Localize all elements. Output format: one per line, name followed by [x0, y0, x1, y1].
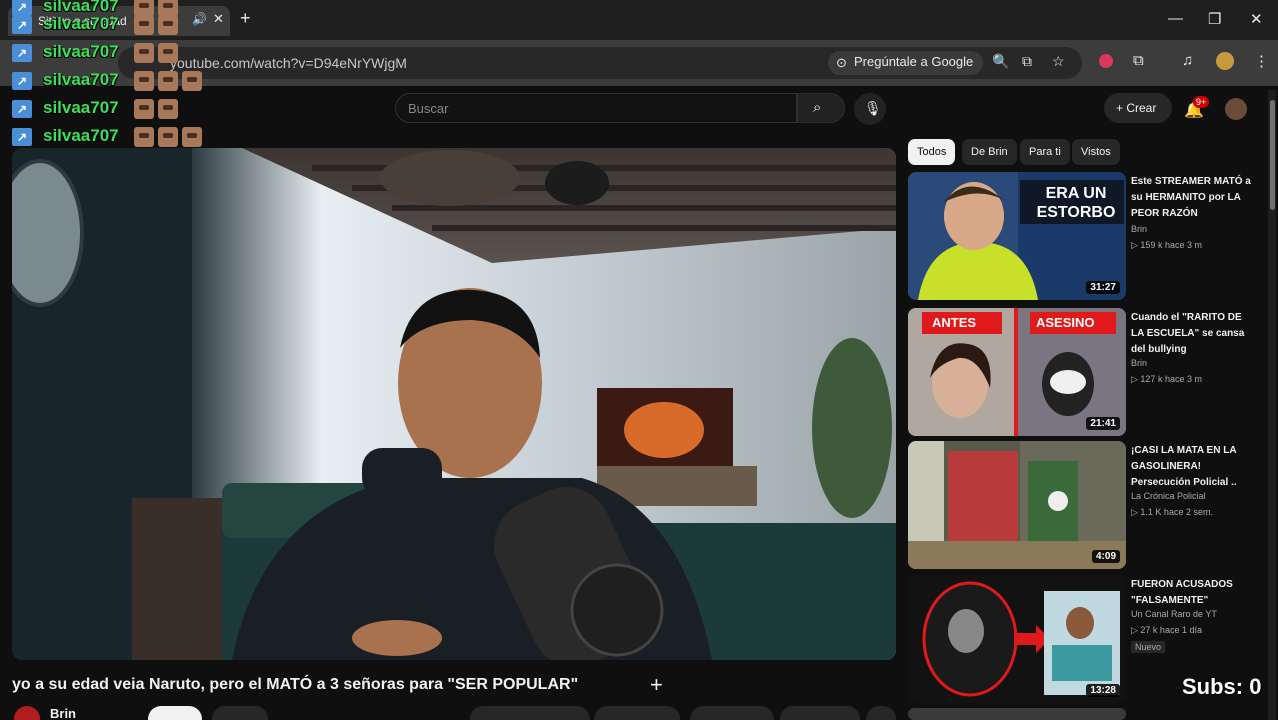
menu-kebab-icon[interactable]: ⋮: [1254, 52, 1269, 70]
voice-search-button[interactable]: 🎙: [854, 93, 886, 125]
chat-badge-icon: ↗: [12, 100, 32, 118]
video-player[interactable]: [12, 148, 896, 660]
scrollbar-thumb[interactable]: [1270, 100, 1275, 210]
microphone-icon: 🎙: [864, 100, 882, 116]
like-dislike-button[interactable]: [470, 706, 590, 720]
chat-username: silvaa707: [43, 42, 119, 61]
omnibox[interactable]: youtube.com/watch?v=D94eNrYWjgM ⊙ Pregún…: [118, 47, 1082, 79]
create-button[interactable]: + Crear: [1104, 93, 1172, 123]
maximize-icon[interactable]: ❐: [1208, 10, 1221, 28]
media-control-icon[interactable]: ♫: [1182, 52, 1193, 69]
ask-google-label: Pregúntale a Google: [854, 54, 974, 69]
recommendation-item[interactable]: ERA UN ESTORBO 31:27 Este STREAMER MATÓ …: [908, 172, 1268, 300]
rec-title[interactable]: ¡CASI LA MATA EN LA GASOLINERA! Persecuc…: [1131, 443, 1251, 491]
video-thumbnail[interactable]: [908, 708, 1126, 720]
clip-button[interactable]: [780, 706, 860, 720]
chat-badge-icon: ↗: [12, 0, 32, 16]
create-label: Crear: [1126, 101, 1157, 115]
more-actions-button[interactable]: [866, 706, 896, 720]
close-window-icon[interactable]: ✕: [1250, 10, 1263, 28]
rec-meta: ▷ 27 k hace 1 día: [1131, 625, 1202, 635]
video-title: yo a su edad veia Naruto, pero el MATÓ a…: [12, 676, 579, 693]
minimize-icon[interactable]: —: [1168, 10, 1183, 27]
video-thumbnail[interactable]: 4:09: [908, 441, 1126, 569]
channel-avatar[interactable]: [14, 706, 40, 720]
emote-icon: [134, 127, 154, 147]
rec-meta: ▷ 159 k hace 3 m: [1131, 240, 1202, 250]
chat-username: silvaa707: [43, 14, 119, 33]
video-thumbnail[interactable]: ERA UN ESTORBO 31:27: [908, 172, 1126, 300]
emote-icon: [158, 127, 178, 147]
search-input[interactable]: Buscar: [395, 93, 797, 123]
chat-username: silvaa707: [43, 70, 119, 89]
emote-icon: [182, 71, 202, 91]
download-button[interactable]: [690, 706, 774, 720]
chat-overlay: ↗ silvaa707 ↗ silvaa707 ↗ silvaa707 ↗ si…: [12, 0, 222, 152]
extensions-puzzle-icon[interactable]: ⧉: [1133, 52, 1144, 69]
notification-badge: 9+: [1193, 96, 1210, 108]
chat-username: silvaa707: [43, 98, 119, 117]
duration-badge: 13:28: [1086, 684, 1120, 697]
emote-icon: [134, 43, 154, 63]
video-thumbnail[interactable]: ANTES ASESINO 21:41: [908, 308, 1126, 436]
chip-todos[interactable]: Todos: [908, 139, 956, 165]
video-thumbnail[interactable]: 13:28: [908, 575, 1126, 703]
notifications-bell-button[interactable]: [212, 706, 268, 720]
rec-title[interactable]: Este STREAMER MATÓ a su HERMANITO por LA…: [1131, 174, 1251, 222]
search-button[interactable]: ⌕: [797, 93, 845, 123]
chip-de-brin[interactable]: De Brin: [962, 139, 1017, 165]
emote-icon: [158, 71, 178, 91]
new-badge: Nuevo: [1131, 641, 1166, 653]
duration-badge: 21:41: [1086, 417, 1120, 430]
rec-channel[interactable]: Brin: [1131, 224, 1147, 234]
recommendation-item[interactable]: [908, 708, 1268, 720]
emote-icon: [158, 43, 178, 63]
emote-icon: [182, 127, 202, 147]
rec-title[interactable]: FUERON ACUSADOS "FALSAMENTE": [1131, 577, 1251, 609]
ask-google-button[interactable]: ⊙ Pregúntale a Google: [828, 51, 984, 75]
subscribe-button[interactable]: [148, 706, 202, 720]
google-lens-icon: ⊙: [836, 55, 847, 70]
recommendation-item[interactable]: 4:09 ¡CASI LA MATA EN LA GASOLINERA! Per…: [908, 441, 1268, 569]
emote-icon: [134, 99, 154, 119]
chat-badge-icon: ↗: [12, 16, 32, 34]
channel-name[interactable]: Brin: [50, 706, 76, 720]
thumbnail-label-left: ANTES: [932, 315, 977, 330]
new-tab-icon[interactable]: +: [240, 8, 251, 29]
plus-icon[interactable]: +: [650, 672, 663, 698]
rec-meta: ▷ 1.1 K hace 2 sem.: [1131, 507, 1213, 517]
recommendation-item[interactable]: ANTES ASESINO 21:41 Cuando el "RARITO DE…: [908, 308, 1268, 436]
rec-title[interactable]: Cuando el "RARITO DE LA ESCUELA" se cans…: [1131, 310, 1251, 358]
thumbnail-label-right: ASESINO: [1036, 315, 1095, 330]
share-button[interactable]: [594, 706, 680, 720]
rec-channel[interactable]: La Crónica Policial: [1131, 491, 1206, 501]
thumbnail-text: ERA UN ESTORBO: [1036, 185, 1116, 221]
chip-para-ti[interactable]: Para ti: [1020, 139, 1070, 165]
rec-channel[interactable]: Brin: [1131, 358, 1147, 368]
bookmark-star-icon[interactable]: ☆: [1052, 53, 1065, 70]
extension-icon[interactable]: [1099, 54, 1113, 68]
search-icon: ⌕: [813, 99, 822, 116]
video-frame: [12, 148, 896, 660]
chat-username: silvaa707: [43, 126, 119, 145]
duration-badge: 4:09: [1091, 550, 1120, 563]
profile-avatar-icon[interactable]: [1216, 52, 1234, 70]
zoom-icon[interactable]: 🔍: [992, 53, 1009, 70]
channel-row: Brin: [14, 704, 896, 720]
chat-badge-icon: ↗: [12, 128, 32, 146]
rec-meta: ▷ 127 k hace 3 m: [1131, 374, 1202, 384]
account-avatar[interactable]: [1225, 98, 1247, 120]
emote-icon: [158, 15, 178, 35]
cast-icon[interactable]: ⧉: [1022, 53, 1032, 70]
emote-icon: [134, 15, 154, 35]
duration-badge: 31:27: [1086, 281, 1120, 294]
search-placeholder: Buscar: [408, 101, 449, 116]
chat-badge-icon: ↗: [12, 72, 32, 90]
emote-icon: [158, 99, 178, 119]
rec-channel[interactable]: Un Canal Raro de YT: [1131, 609, 1217, 619]
chip-vistos[interactable]: Vistos: [1072, 139, 1120, 165]
emote-icon: [134, 71, 154, 91]
chat-badge-icon: ↗: [12, 44, 32, 62]
subs-counter: Subs: 0: [1182, 674, 1262, 699]
